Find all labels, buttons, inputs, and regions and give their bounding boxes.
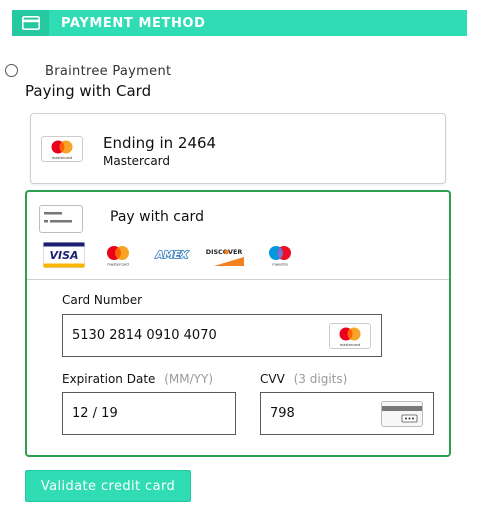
- braintree-option[interactable]: [5, 64, 18, 77]
- saved-card-ending: Ending in 2464: [103, 134, 217, 152]
- pay-with-card-title: Pay with card: [110, 209, 204, 225]
- saved-card-option[interactable]: mastercard Ending in 2464 Mastercard: [30, 113, 446, 184]
- maestro-text: maestro: [272, 262, 288, 267]
- validate-credit-card-button[interactable]: Validate credit card: [25, 470, 191, 502]
- mastercard-icon: mastercard: [97, 242, 139, 268]
- braintree-label[interactable]: Braintree Payment: [45, 64, 171, 79]
- header-title: PAYMENT METHOD: [61, 15, 206, 31]
- saved-card-logo-text: mastercard: [52, 156, 72, 160]
- generic-card-icon: [39, 205, 83, 233]
- braintree-radio[interactable]: [5, 64, 18, 77]
- saved-card-brand: Mastercard: [103, 154, 171, 168]
- cvv-card-icon: [381, 401, 423, 427]
- expiration-input[interactable]: [72, 406, 235, 421]
- card-number-field[interactable]: mastercard: [62, 314, 382, 357]
- expiration-field[interactable]: [62, 392, 236, 435]
- cvv-field[interactable]: [260, 392, 434, 435]
- detected-brand-text: mastercard: [340, 343, 360, 347]
- discover-text: DISCOVER: [206, 248, 242, 256]
- mastercard-icon: mastercard: [41, 136, 83, 162]
- new-card-panel: Pay with card VISA mastercard AMEX DISCO…: [25, 190, 451, 457]
- mastercard-text: mastercard: [107, 262, 129, 267]
- maestro-icon: maestro: [259, 242, 301, 268]
- expiration-hint: (MM/YY): [164, 372, 214, 386]
- expiration-label-text: Expiration Date: [62, 372, 156, 386]
- payment-method-header: PAYMENT METHOD: [12, 10, 467, 36]
- card-number-label: Card Number: [62, 293, 143, 307]
- visa-text: VISA: [49, 249, 78, 262]
- accepted-brands: VISA mastercard AMEX DISCOVER maestro: [43, 242, 301, 268]
- discover-icon: DISCOVER: [205, 242, 247, 268]
- paying-with-heading: Paying with Card: [25, 82, 152, 100]
- cvv-label: CVV (3 digits): [260, 372, 347, 386]
- credit-card-icon: [12, 10, 49, 36]
- detected-mastercard-icon: mastercard: [329, 323, 371, 349]
- amex-icon: AMEX: [151, 242, 193, 268]
- visa-icon: VISA: [43, 242, 85, 268]
- amex-text: AMEX: [155, 250, 190, 261]
- expiration-label: Expiration Date (MM/YY): [62, 372, 213, 386]
- cvv-label-text: CVV: [260, 372, 285, 386]
- divider: [27, 279, 449, 280]
- cvv-hint: (3 digits): [293, 372, 348, 386]
